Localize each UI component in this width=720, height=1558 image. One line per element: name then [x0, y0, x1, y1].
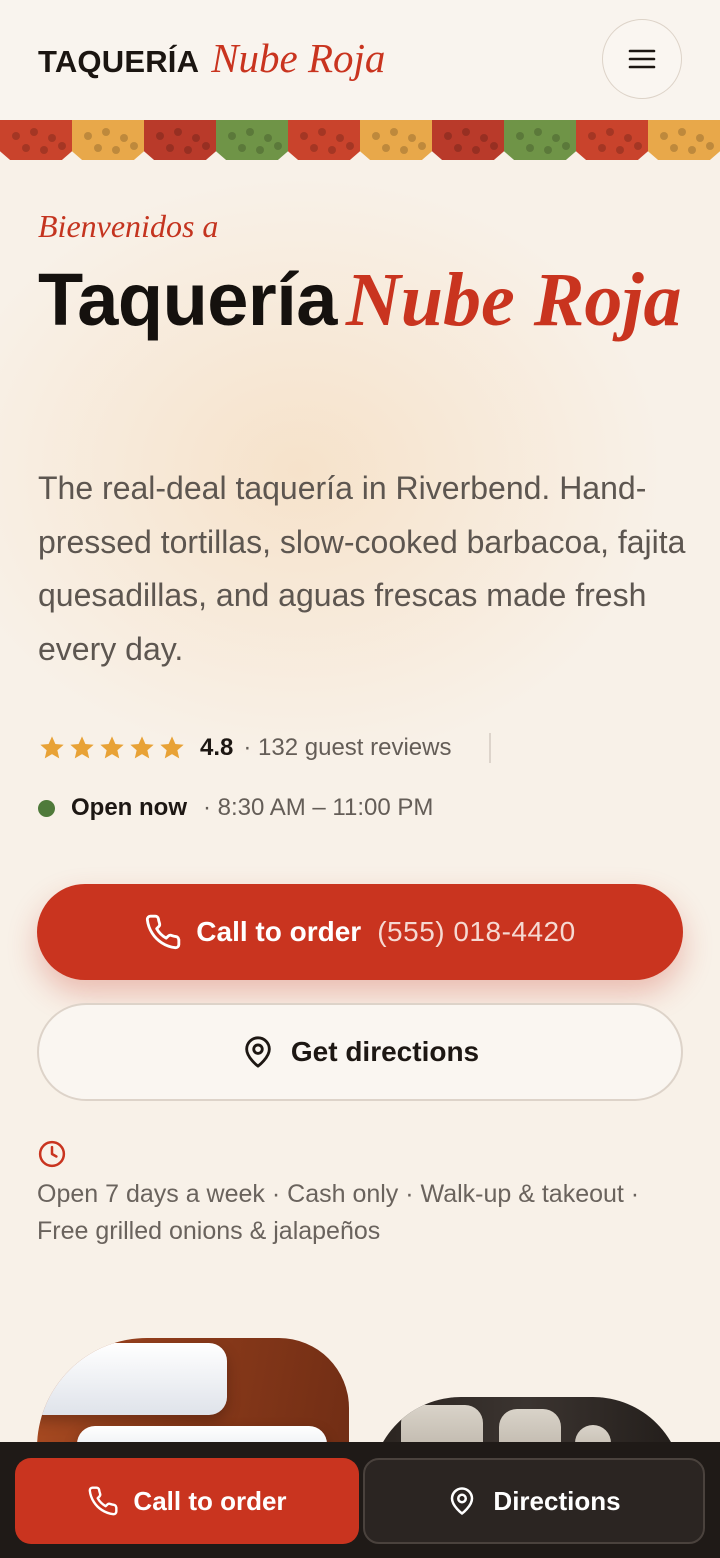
title-script: Nube Roja: [345, 258, 682, 342]
brand-name-script: Nube Roja: [211, 35, 386, 81]
rating-value: 4.8: [200, 734, 234, 761]
banner-flag: [648, 120, 720, 160]
banner-flag: [432, 120, 504, 160]
star-icon: [100, 736, 124, 759]
bottom-call-label: Call to order: [133, 1485, 287, 1516]
papel-picado-banner: [0, 120, 720, 160]
open-status-label: Open now: [71, 794, 187, 821]
page-title: Taquería Nube Roja: [38, 262, 688, 352]
star-icon: [70, 736, 94, 759]
open-status-dot: [38, 799, 55, 817]
open-status-row: Open now · 8:30 AM – 11:00 PM: [38, 788, 433, 828]
star-rating: [38, 734, 186, 762]
get-directions-button[interactable]: Get directions: [37, 1003, 683, 1101]
banner-flag: [504, 120, 576, 160]
tray-shape: [37, 1343, 227, 1415]
banner-flag: [144, 120, 216, 160]
hamburger-menu-icon: [628, 49, 656, 69]
bottom-action-bar: Call to order Directions: [0, 1442, 720, 1558]
phone-icon: [146, 914, 181, 950]
bottom-directions-button[interactable]: Directions: [363, 1458, 705, 1544]
banner-flag: [288, 120, 360, 160]
store-info: Open 7 days a week · Cash only · Walk-up…: [37, 1180, 640, 1245]
title-sans: Taquería: [38, 258, 337, 341]
banner-flag: [72, 120, 144, 160]
call-button-label: Call to order: [196, 916, 362, 947]
directions-button-label: Get directions: [290, 1036, 480, 1067]
clock-icon: [38, 1140, 66, 1168]
phone-icon: [89, 1486, 118, 1516]
hero-kicker: Bienvenidos a: [38, 208, 219, 244]
divider: [489, 733, 492, 763]
page: TAQUERÍA Nube Roja Bienvenidos a Taquerí…: [0, 0, 720, 1558]
banner-flag: [360, 120, 432, 160]
banner-flag: [0, 120, 72, 160]
call-to-order-button[interactable]: Call to order (555) 018-4420: [37, 884, 683, 980]
phone-number: (555) 018-4420: [377, 916, 576, 947]
hero-description: The real-deal taquería in Riverbend. Han…: [38, 470, 686, 667]
rating-row: 4.8 · 132 guest reviews: [38, 728, 492, 768]
brand-logo[interactable]: TAQUERÍA Nube Roja: [38, 34, 385, 90]
banner-flag: [216, 120, 288, 160]
map-pin-icon: [245, 1036, 271, 1068]
menu-button[interactable]: [602, 19, 682, 99]
map-pin-icon: [451, 1487, 474, 1515]
banner-flag: [576, 120, 648, 160]
opening-hours: · 8:30 AM – 11:00 PM: [203, 794, 434, 821]
site-header: TAQUERÍA Nube Roja: [0, 0, 720, 120]
bottom-directions-label: Directions: [493, 1485, 621, 1516]
review-count[interactable]: · 132 guest reviews: [243, 734, 451, 762]
star-icon: [40, 736, 64, 759]
bottom-call-button[interactable]: Call to order: [15, 1458, 359, 1544]
brand-name: TAQUERÍA: [38, 44, 200, 79]
star-icon: [130, 736, 154, 759]
star-icon: [160, 736, 184, 759]
